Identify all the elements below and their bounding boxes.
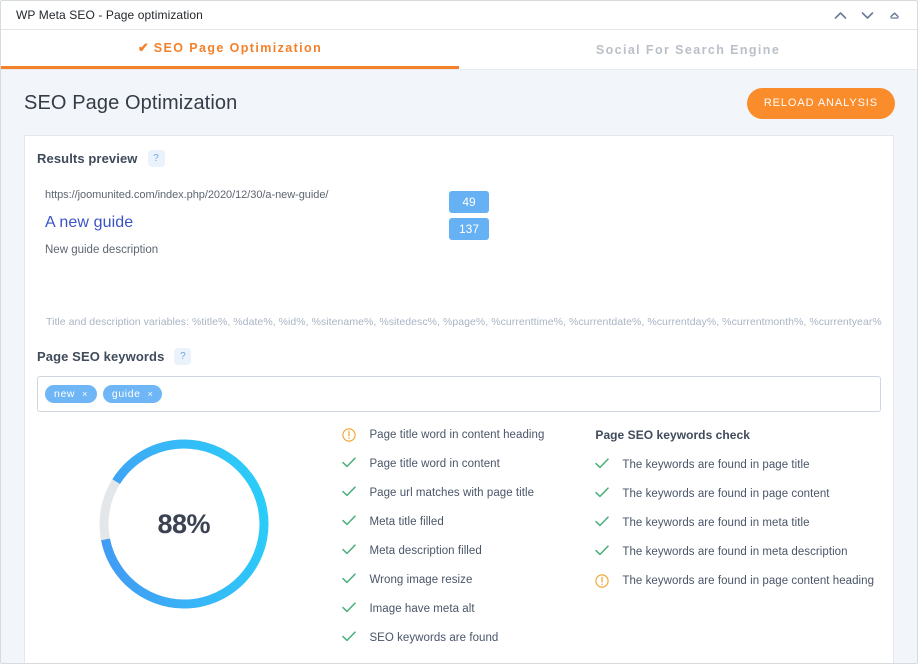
title-char-count-badge: 49 [449,191,489,213]
keyword-tag[interactable]: new × [45,385,97,403]
page-seo-keywords-title: Page SEO keywords [37,349,164,364]
check-item-label: Wrong image resize [369,573,472,588]
window-title: WP Meta SEO - Page optimization [16,8,833,22]
check-item: The keywords are found in meta title [595,516,893,531]
tab-label: SEO Page Optimization [154,41,322,55]
check-item-label: Meta title filled [369,515,443,530]
check-item: Meta description filled [342,544,595,559]
check-warning-icon [595,574,609,588]
chevron-down-icon[interactable] [860,8,874,22]
caret-up-icon[interactable] [887,8,901,22]
score-value: 88% [96,436,272,612]
keyword-tag-label: guide [112,388,141,400]
check-item: Image have meta alt [342,602,595,617]
check-item: The keywords are found in meta descripti… [595,545,893,560]
chevron-up-icon[interactable] [833,8,847,22]
check-item: Wrong image resize [342,573,595,588]
check-item-label: Meta description filled [369,544,481,559]
plugin-window: WP Meta SEO - Page optimization ✔ SEO Pa… [0,0,918,664]
check-ok-icon [342,515,356,526]
keyword-checks-list: Page SEO keywords check The keywords are… [595,426,893,660]
results-preview-header: Results preview ? [25,136,893,167]
check-item: The keywords are found in page content [595,487,893,502]
check-item-label: The keywords are found in page content h… [622,574,874,589]
check-item-label: Page title word in content heading [369,428,544,443]
check-warning-icon [342,428,356,442]
tab-check-icon: ✔ [138,40,149,56]
check-ok-icon [595,458,609,469]
tab-label: Social For Search Engine [596,43,780,57]
page-seo-keywords-help-icon[interactable]: ? [174,348,191,365]
keywords-input[interactable]: new × guide × [37,376,881,412]
page-checks-list: Page title word in content heading Page t… [342,426,595,660]
preview-description[interactable]: New guide description [45,244,893,256]
page-seo-keywords-header: Page SEO keywords ? [25,328,893,365]
check-ok-icon [342,486,356,497]
optimization-card: Results preview ? https://joomunited.com… [24,135,894,664]
reload-analysis-button[interactable]: RELOAD ANALYSIS [747,88,895,119]
check-item-label: Page url matches with page title [369,486,534,501]
page-title: SEO Page Optimization [24,92,237,115]
check-item: The keywords are found in page content h… [595,574,893,589]
check-ok-icon [595,487,609,498]
window-titlebar: WP Meta SEO - Page optimization [1,1,917,30]
check-item-label: SEO keywords are found [369,631,498,646]
results-preview-body: https://joomunited.com/index.php/2020/12… [25,167,893,297]
check-item: Page title word in content [342,457,595,472]
check-ok-icon [342,457,356,468]
check-item-label: The keywords are found in meta descripti… [622,545,847,560]
check-item: The keywords are found in page title [595,458,893,473]
variables-hint: Title and description variables: %title%… [25,316,893,328]
check-item: Meta title filled [342,515,595,530]
results-preview-help-icon[interactable]: ? [148,150,165,167]
page-header: SEO Page Optimization RELOAD ANALYSIS [1,70,917,135]
tab-social-for-search-engine[interactable]: Social For Search Engine [459,30,917,69]
page-body: SEO Page Optimization RELOAD ANALYSIS Re… [1,70,917,664]
check-item-label: The keywords are found in page title [622,458,809,473]
check-item-label: Image have meta alt [369,602,474,617]
keyword-tag-label: new [54,388,75,400]
score-gauge-container: 88% [25,426,342,660]
tab-seo-page-optimization[interactable]: ✔ SEO Page Optimization [1,30,459,69]
keyword-tag[interactable]: guide × [103,385,163,403]
check-ok-icon [342,602,356,613]
window-controls [833,8,907,22]
check-ok-icon [342,631,356,642]
check-ok-icon [595,545,609,556]
analysis-results: 88% Page title word in content headingPa… [25,412,893,660]
results-preview-title: Results preview [37,151,138,166]
check-item: Page title word in content heading [342,428,595,443]
check-ok-icon [595,516,609,527]
check-item: SEO keywords are found [342,631,595,646]
keyword-remove-icon[interactable]: × [148,389,154,399]
description-char-count-badge: 137 [449,218,489,240]
check-item-label: The keywords are found in meta title [622,516,809,531]
score-gauge: 88% [96,436,272,612]
check-ok-icon [342,544,356,555]
check-item-label: Page title word in content [369,457,499,472]
check-ok-icon [342,573,356,584]
keyword-checks-title: Page SEO keywords check [595,428,893,442]
check-item-label: The keywords are found in page content [622,487,829,502]
keyword-remove-icon[interactable]: × [82,389,88,399]
check-item: Page url matches with page title [342,486,595,501]
tab-bar: ✔ SEO Page Optimization Social For Searc… [1,30,917,70]
